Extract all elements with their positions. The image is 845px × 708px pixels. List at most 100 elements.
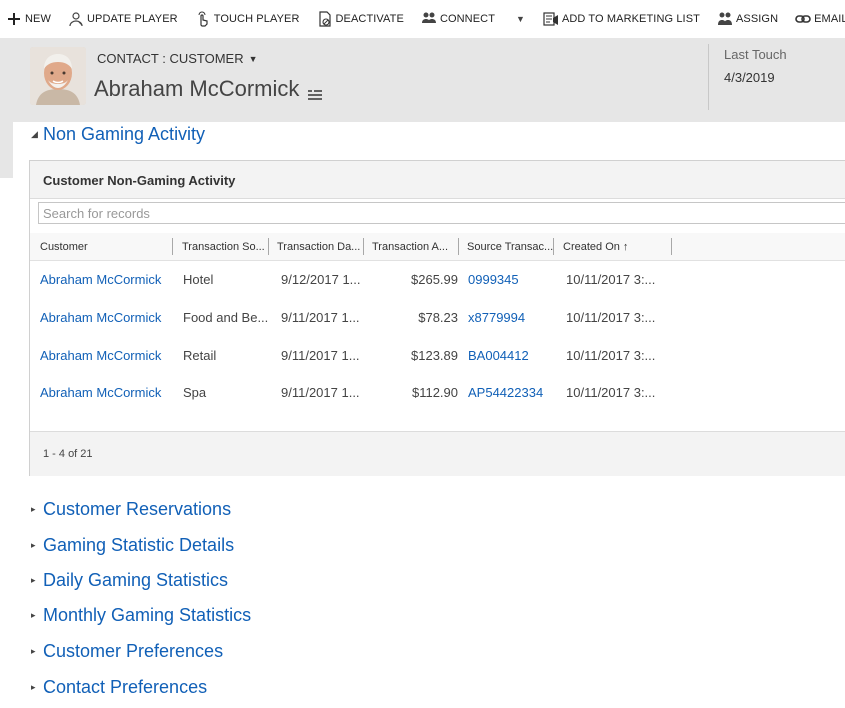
record-name: Abraham McCormick bbox=[94, 76, 323, 102]
connect-people-icon bbox=[421, 11, 437, 27]
cell-source-transaction[interactable]: x8779994 bbox=[468, 310, 525, 325]
section-daily-gaming-statistics[interactable]: ▸ Daily Gaming Statistics bbox=[31, 570, 228, 591]
deactivate-button[interactable]: DEACTIVATE bbox=[317, 0, 404, 38]
cell-created-on: 10/11/2017 3:... bbox=[566, 272, 656, 287]
connect-button[interactable]: CONNECT bbox=[421, 0, 495, 38]
expand-triangle-icon: ▸ bbox=[31, 504, 36, 514]
column-separator[interactable] bbox=[363, 238, 364, 255]
assign-icon bbox=[717, 11, 733, 27]
cell-date: 9/12/2017 1... bbox=[281, 272, 361, 287]
email-a-link-button[interactable]: EMAIL A LINK bbox=[795, 0, 845, 38]
cell-source: Hotel bbox=[183, 272, 214, 287]
deactivate-label: DEACTIVATE bbox=[335, 13, 404, 25]
last-touch-value: 4/3/2019 bbox=[724, 70, 775, 85]
cell-created-on: 10/11/2017 3:... bbox=[566, 310, 656, 325]
cell-customer[interactable]: Abraham McCormick bbox=[40, 348, 161, 363]
new-label: NEW bbox=[25, 13, 51, 25]
table-row[interactable]: Abraham McCormick Food and Be... 9/11/20… bbox=[30, 299, 845, 336]
table-row[interactable]: Abraham McCormick Spa 9/11/2017 1... $11… bbox=[30, 374, 845, 411]
cell-amount: $78.23 bbox=[418, 310, 458, 325]
collapse-triangle-icon: ◢ bbox=[31, 129, 38, 139]
cell-source: Retail bbox=[183, 348, 217, 363]
record-menu-icon[interactable] bbox=[307, 82, 323, 100]
cell-source: Spa bbox=[183, 385, 207, 400]
table-row[interactable]: Abraham McCormick Retail 9/11/2017 1... … bbox=[30, 337, 845, 374]
record-count: 1 - 4 of 21 bbox=[43, 448, 93, 460]
cell-amount: $112.90 bbox=[411, 385, 458, 400]
caret-down-icon: ▼ bbox=[248, 53, 258, 64]
link-icon bbox=[795, 11, 811, 27]
section-contact-preferences[interactable]: ▸ Contact Preferences bbox=[31, 677, 207, 698]
section-gaming-statistic-details[interactable]: ▸ Gaming Statistic Details bbox=[31, 535, 234, 556]
column-separator[interactable] bbox=[553, 238, 554, 255]
section-title-text: Non Gaming Activity bbox=[43, 124, 206, 144]
marketing-list-icon bbox=[543, 11, 559, 27]
section-title-text: Contact Preferences bbox=[43, 677, 208, 697]
expand-triangle-icon: ▸ bbox=[31, 610, 36, 620]
last-touch-label: Last Touch bbox=[724, 47, 787, 62]
hand-touch-icon bbox=[195, 11, 211, 27]
section-title-text: Monthly Gaming Statistics bbox=[43, 605, 252, 625]
column-separator[interactable] bbox=[671, 238, 672, 255]
section-customer-reservations[interactable]: ▸ Customer Reservations bbox=[31, 499, 231, 520]
cell-source-transaction[interactable]: AP54422334 bbox=[468, 385, 543, 400]
entity-type-selector[interactable]: CONTACT : CUSTOMER ▼ bbox=[97, 51, 258, 66]
cell-source: Food and Be... bbox=[183, 310, 269, 325]
add-to-marketing-list-label: ADD TO MARKETING LIST bbox=[561, 13, 700, 25]
expand-triangle-icon: ▸ bbox=[31, 540, 36, 550]
cell-customer[interactable]: Abraham McCormick bbox=[40, 272, 161, 287]
column-customer[interactable]: Customer bbox=[40, 241, 88, 253]
deactivate-icon bbox=[317, 11, 333, 27]
avatar[interactable] bbox=[30, 47, 86, 105]
cell-customer[interactable]: Abraham McCormick bbox=[40, 385, 161, 400]
column-created-on[interactable]: Created On ↑ bbox=[563, 241, 628, 253]
column-separator[interactable] bbox=[268, 238, 269, 255]
non-gaming-activity-subgrid: Customer Non-Gaming Activity Customer Tr… bbox=[29, 160, 845, 476]
cell-created-on: 10/11/2017 3:... bbox=[566, 348, 656, 363]
assign-label: ASSIGN bbox=[735, 13, 779, 25]
section-title-text: Gaming Statistic Details bbox=[43, 535, 235, 555]
column-separator[interactable] bbox=[172, 238, 173, 255]
record-name-text: Abraham McCormick bbox=[94, 76, 300, 101]
nav-strip bbox=[0, 122, 13, 178]
expand-triangle-icon: ▸ bbox=[31, 682, 36, 692]
section-monthly-gaming-statistics[interactable]: ▸ Monthly Gaming Statistics bbox=[31, 605, 251, 626]
entity-type-label: CONTACT : CUSTOMER bbox=[97, 51, 244, 66]
table-row[interactable]: Abraham McCormick Hotel 9/12/2017 1... $… bbox=[30, 261, 845, 298]
cell-amount: $265.99 bbox=[411, 272, 458, 287]
cell-customer[interactable]: Abraham McCormick bbox=[40, 310, 161, 325]
column-transaction-source[interactable]: Transaction So... bbox=[182, 241, 265, 253]
search-input[interactable] bbox=[38, 202, 845, 224]
subgrid-title: Customer Non-Gaming Activity bbox=[43, 173, 236, 188]
cell-date: 9/11/2017 1... bbox=[281, 348, 360, 363]
column-separator[interactable] bbox=[458, 238, 459, 255]
column-source-transaction[interactable]: Source Transac... bbox=[467, 241, 553, 253]
subgrid-header: Customer Non-Gaming Activity bbox=[30, 161, 845, 199]
column-header-row: Customer Transaction So... Transaction D… bbox=[30, 233, 845, 261]
cell-source-transaction[interactable]: 0999345 bbox=[468, 272, 519, 287]
add-to-marketing-list-button[interactable]: ADD TO MARKETING LIST bbox=[543, 0, 700, 38]
update-player-button[interactable]: UPDATE PLAYER bbox=[68, 0, 178, 38]
assign-button[interactable]: ASSIGN bbox=[717, 0, 778, 38]
cell-date: 9/11/2017 1... bbox=[281, 385, 360, 400]
section-title-text: Customer Reservations bbox=[43, 499, 232, 519]
header-divider bbox=[708, 44, 709, 110]
cell-amount: $123.89 bbox=[411, 348, 458, 363]
column-transaction-amount[interactable]: Transaction A... bbox=[372, 241, 448, 253]
expand-triangle-icon: ▸ bbox=[31, 575, 36, 585]
subgrid-footer: 1 - 4 of 21 bbox=[30, 431, 845, 476]
touch-player-button[interactable]: TOUCH PLAYER bbox=[195, 0, 300, 38]
section-customer-preferences[interactable]: ▸ Customer Preferences bbox=[31, 641, 223, 662]
touch-player-label: TOUCH PLAYER bbox=[213, 13, 300, 25]
cell-created-on: 10/11/2017 3:... bbox=[566, 385, 656, 400]
cell-source-transaction[interactable]: BA004412 bbox=[468, 348, 529, 363]
expand-triangle-icon: ▸ bbox=[31, 646, 36, 656]
update-player-icon bbox=[68, 11, 84, 27]
new-button[interactable]: NEW bbox=[6, 0, 51, 38]
column-transaction-date[interactable]: Transaction Da... bbox=[277, 241, 360, 253]
cell-date: 9/11/2017 1... bbox=[281, 310, 360, 325]
section-non-gaming-activity[interactable]: ◢ Non Gaming Activity bbox=[31, 124, 205, 145]
connect-dropdown-icon[interactable]: ▼ bbox=[516, 14, 525, 24]
update-player-label: UPDATE PLAYER bbox=[86, 13, 178, 25]
connect-label: CONNECT bbox=[439, 13, 496, 25]
